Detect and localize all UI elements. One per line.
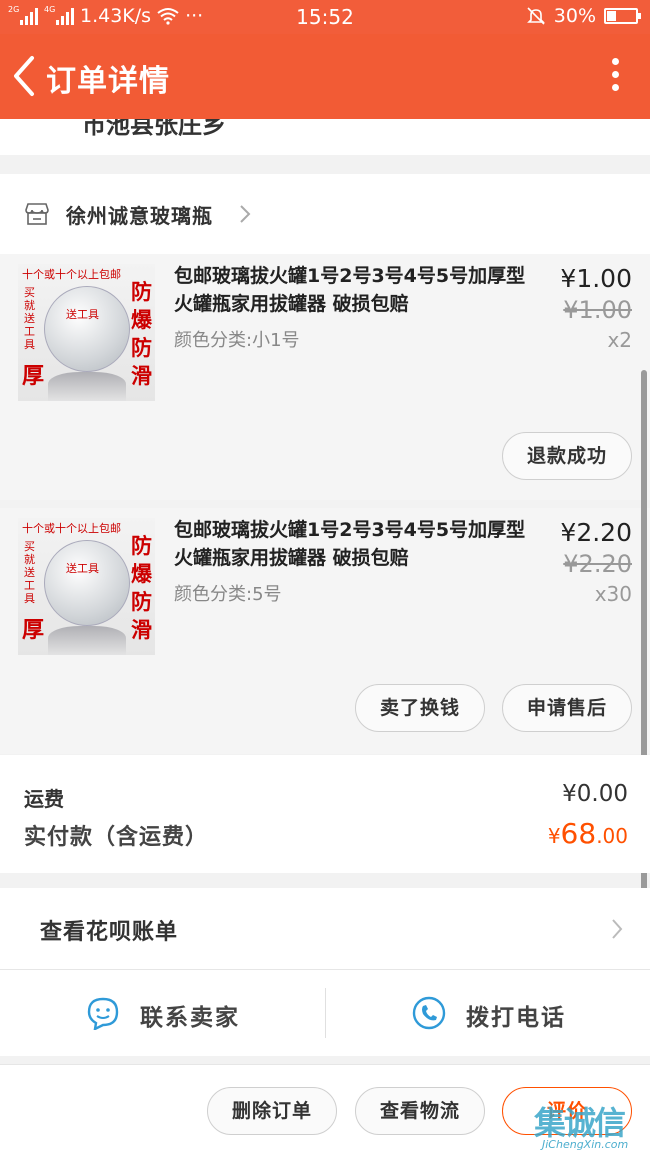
call-phone-label: 拨打电话 [466,1005,566,1031]
contact-bar: 联系卖家 拨打电话 [0,970,650,1056]
watermark: 集诚信 JiChengXin.com [530,1098,650,1155]
delete-order-button[interactable]: 删除订单 [207,1087,337,1135]
contact-seller-label: 联系卖家 [140,1005,240,1031]
jar-reflection [48,372,126,401]
store-name: 徐州诚意玻璃瓶 [66,204,213,228]
product-thumbnail[interactable]: 十个或十个以上包邮 买就送工具 送工具 防爆防滑 厚 [18,264,155,401]
jar-reflection [48,626,126,655]
huabei-bill-row[interactable]: 查看花呗账单 [0,888,650,970]
shipping-label: 运费 [24,787,64,811]
page-title: 订单详情 [46,64,170,99]
paid-label: 实付款（含运费） [24,825,209,850]
product-price: ¥2.20 [560,518,632,547]
product-spec: 颜色分类:小1号 [174,330,300,351]
product-original-price: ¥1.00 [563,296,632,324]
product-title[interactable]: 包邮玻璃拔火罐1号2号3号4号5号加厚型火罐瓶家用拔罐器 破损包赔 [174,262,542,318]
thumb-text-right: 防爆防滑 [131,280,152,388]
product-original-price: ¥2.20 [563,550,632,578]
address-section: 市池县张庄乡 [0,119,650,155]
phone-icon [412,996,446,1030]
paid-amount: ¥68.00 [548,817,628,850]
thumb-text-mid: 送工具 [66,562,99,575]
thumb-text-mid: 送工具 [66,308,99,321]
order-item[interactable]: 十个或十个以上包邮 买就送工具 送工具 防爆防滑 厚 包邮玻璃拔火罐1号2号3号… [0,508,650,754]
contact-seller-button[interactable]: 联系卖家 [0,970,325,1056]
chevron-right-icon [612,919,623,939]
shipping-value: ¥0.00 [562,781,628,807]
status-right: 30% [526,5,641,27]
thumb-text-left: 买就送工具 [24,286,35,351]
product-thumbnail[interactable]: 十个或十个以上包邮 买就送工具 送工具 防爆防滑 厚 [18,518,155,655]
more-options-icon[interactable] [610,58,620,94]
chevron-right-icon [240,205,251,223]
address-line: 市池县张庄乡 [82,119,226,139]
order-item[interactable]: 十个或十个以上包邮 买就送工具 送工具 防爆防滑 厚 包邮玻璃拔火罐1号2号3号… [0,254,650,500]
product-title[interactable]: 包邮玻璃拔火罐1号2号3号4号5号加厚型火罐瓶家用拔罐器 破损包赔 [174,516,542,572]
mute-bell-icon [526,7,545,25]
thumb-text-top: 十个或十个以上包邮 [22,522,121,535]
title-bar: 订单详情 [0,34,650,119]
store-row[interactable]: 徐州诚意玻璃瓶 [0,174,650,254]
thumb-text-top: 十个或十个以上包邮 [22,268,121,281]
shop-icon [25,203,49,225]
battery-percent: 30% [553,5,596,27]
order-totals: 运费 ¥0.00 实付款（含运费） ¥68.00 [0,755,650,873]
huabei-bill-label: 查看花呗账单 [40,920,179,945]
refund-success-button[interactable]: 退款成功 [502,432,632,480]
thumb-text-right: 防爆防滑 [131,534,152,642]
status-bar: 2G 4G 1.43K/s ··· 15:52 30% [0,0,650,34]
chat-bubble-icon [87,997,119,1030]
jar-image [44,286,130,372]
after-sales-button[interactable]: 申请售后 [502,684,632,732]
thumb-text-left: 买就送工具 [24,540,35,605]
paid-integer: 68 [560,817,597,850]
battery-icon [604,8,641,24]
sell-for-cash-button[interactable]: 卖了换钱 [355,684,485,732]
product-price: ¥1.00 [560,264,632,293]
thumb-text-bottom: 厚 [22,618,45,643]
call-phone-button[interactable]: 拨打电话 [326,970,650,1056]
view-logistics-button[interactable]: 查看物流 [355,1087,485,1135]
thumb-text-bottom: 厚 [22,364,45,389]
currency-symbol: ¥ [547,824,561,848]
product-spec: 颜色分类:5号 [174,584,282,605]
product-quantity: x2 [607,328,632,352]
paid-cents: .00 [596,824,628,848]
jar-image [44,540,130,626]
watermark-url: JiChengXin.com [542,1138,629,1151]
back-arrow-icon[interactable] [10,54,40,98]
product-quantity: x30 [594,582,632,606]
